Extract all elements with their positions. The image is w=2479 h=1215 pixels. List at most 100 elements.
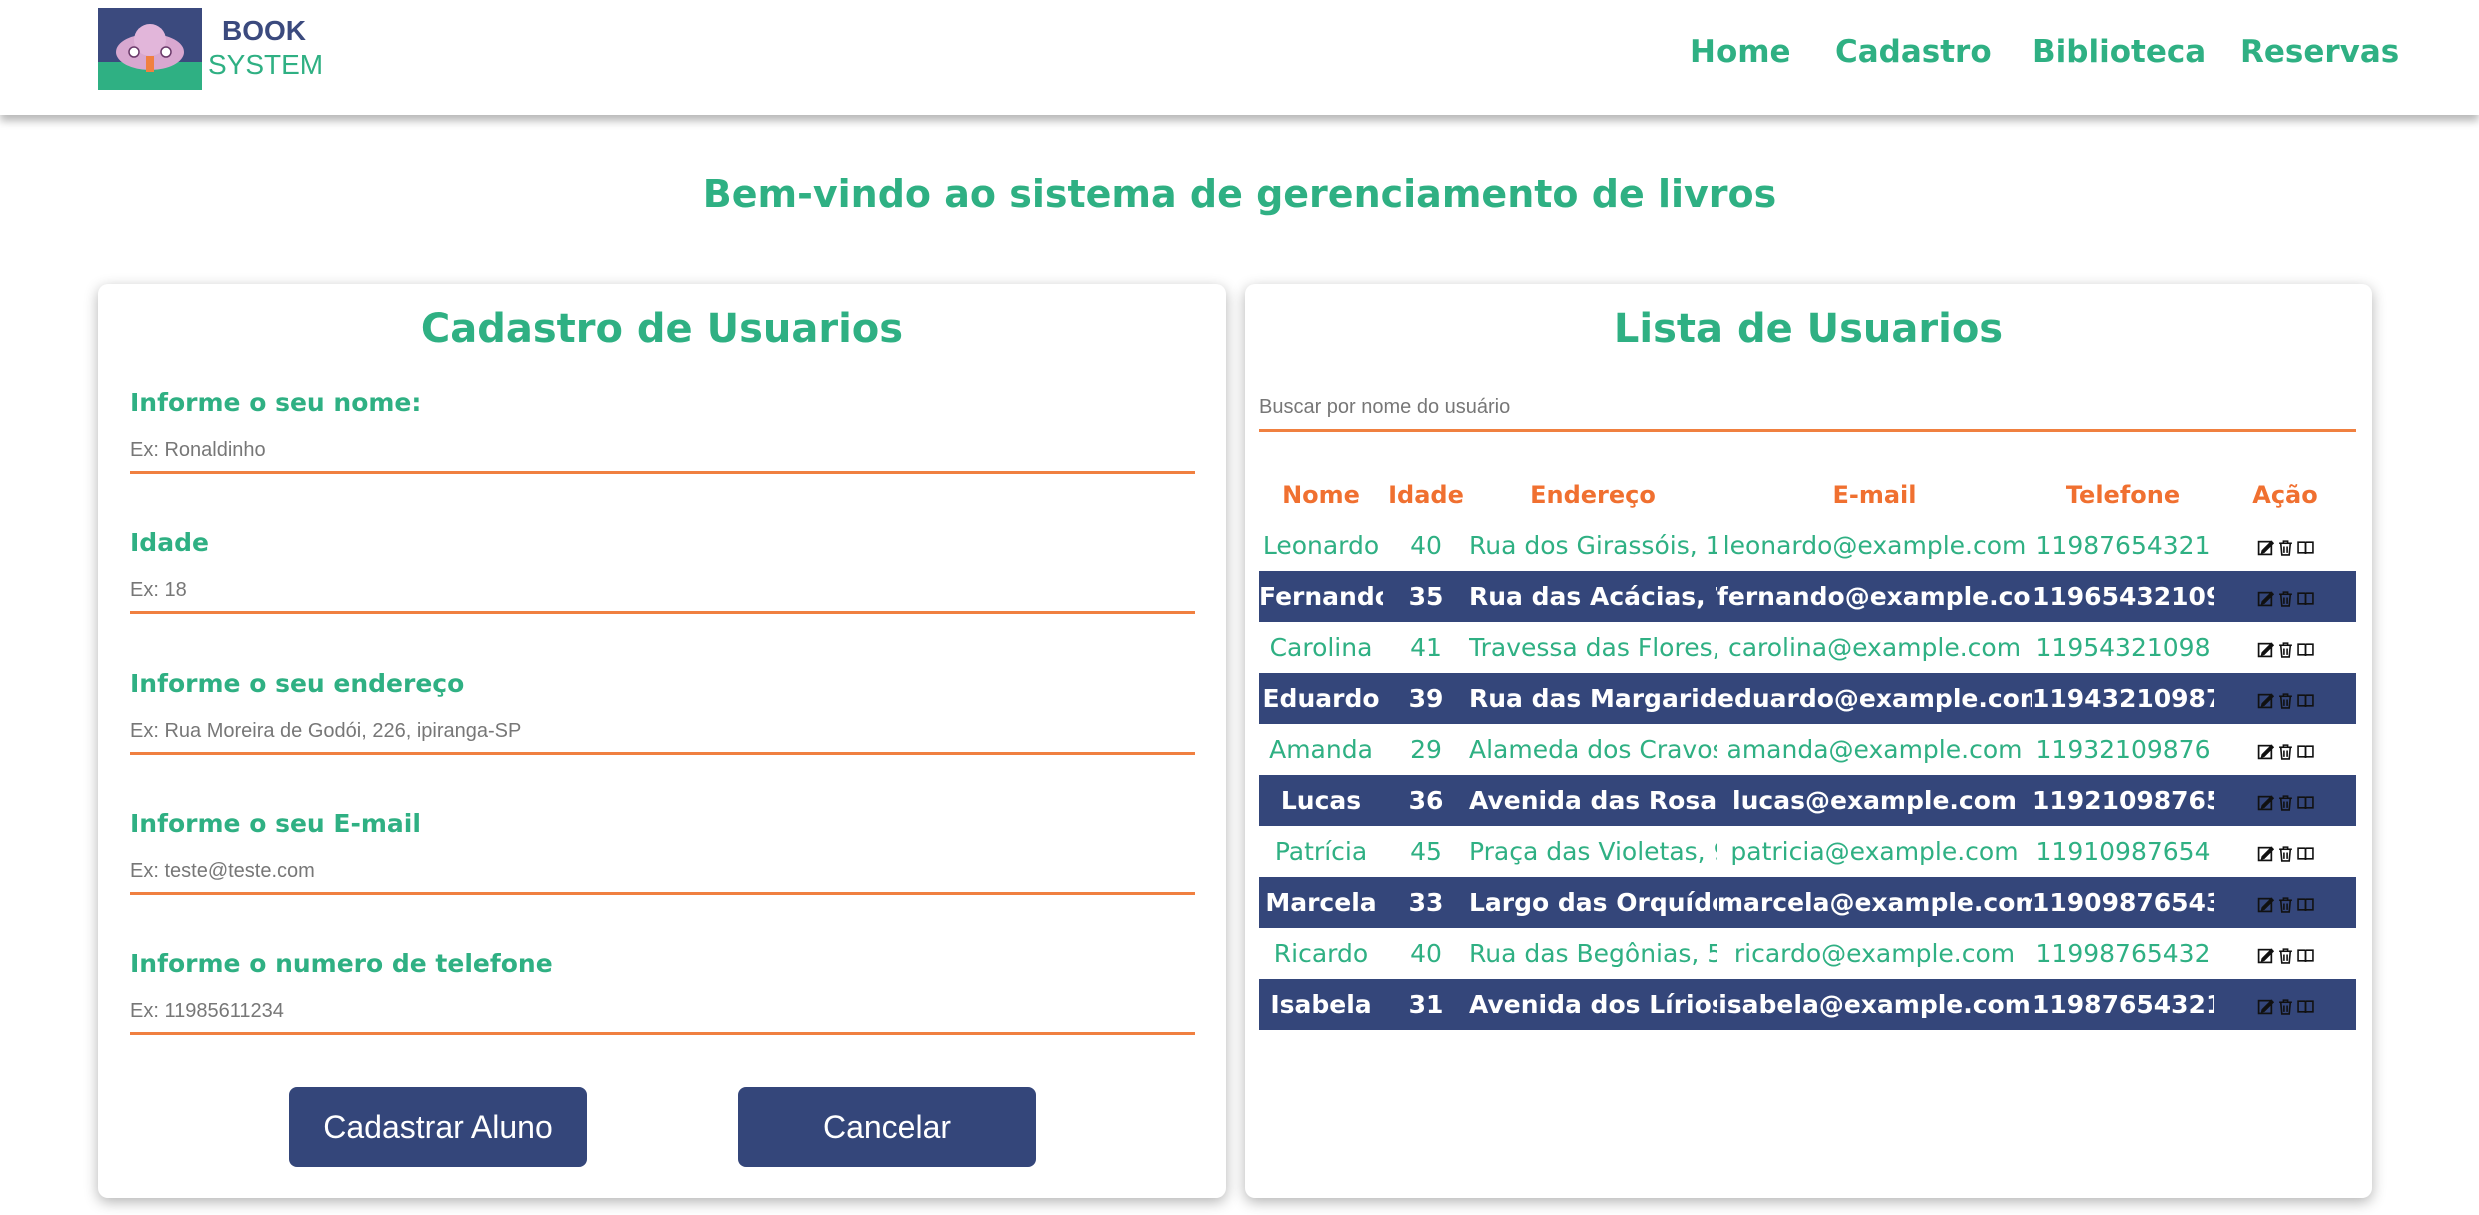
cell-actions [2214,622,2356,673]
cell-idade: 40 [1383,928,1469,979]
cell-email: fernando@example.com [1717,571,2032,622]
cell-telefone: 11965432109 [2032,571,2214,622]
email-field: Informe o seu E-mail [130,809,1195,895]
col-nome: Nome [1282,480,1360,509]
table-row: Leonardo40Rua dos Girassóis, 123leonardo… [1259,520,2356,571]
nav-home[interactable]: Home [1690,34,1791,70]
logo-image[interactable] [98,8,202,90]
table-row: Amanda29Alameda dos Cravos, 345amanda@ex… [1259,724,2356,775]
table-row: Marcela33Largo das Orquídeas, 234marcela… [1259,877,2356,928]
edit-icon[interactable] [2257,896,2274,913]
col-telefone: Telefone [2065,480,2181,509]
table-row: Isabela31Avenida dos Lírios, 890isabela@… [1259,979,2356,1030]
cell-nome: Fernando [1259,571,1383,622]
logo-line1: BOOK [222,15,306,46]
cell-nome: Ricardo [1259,928,1383,979]
edit-icon[interactable] [2257,998,2274,1015]
table-row: Fernando35Rua das Acácias, 789fernando@e… [1259,571,2356,622]
user-list-card: Lista de Usuarios Nome Idade Endereço E-… [1245,284,2372,1198]
search-input[interactable] [1259,386,2356,432]
book-icon[interactable] [2296,743,2314,760]
book-icon[interactable] [2296,998,2314,1015]
trash-icon[interactable] [2277,794,2294,811]
cell-telefone: 11987654321 [2032,520,2214,571]
cell-nome: Carolina [1259,622,1383,673]
col-endereco: Endereço [1530,480,1656,509]
logo-text: BOOK SYSTEM [208,14,348,82]
cell-actions [2214,826,2356,877]
book-icon[interactable] [2296,794,2314,811]
address-field: Informe o seu endereço [130,669,1195,755]
cell-actions [2214,673,2356,724]
cell-endereco: Rua das Acácias, 789 [1469,571,1717,622]
edit-icon[interactable] [2257,539,2274,556]
cell-endereco: Travessa das Flores, 567 [1469,622,1717,673]
table-row: Lucas36Avenida das Rosas, 678lucas@examp… [1259,775,2356,826]
table-row: Patrícia45Praça das Violetas, 901patrici… [1259,826,2356,877]
book-icon[interactable] [2296,947,2314,964]
edit-icon[interactable] [2257,692,2274,709]
cell-telefone: 11943210987 [2032,673,2214,724]
edit-icon[interactable] [2257,845,2274,862]
cell-idade: 36 [1383,775,1469,826]
cell-actions [2214,724,2356,775]
edit-icon[interactable] [2257,590,2274,607]
list-title: Lista de Usuarios [1613,306,2004,352]
cell-nome: Amanda [1259,724,1383,775]
book-icon[interactable] [2296,692,2314,709]
cell-endereco: Rua dos Girassóis, 123 [1469,520,1717,571]
cell-email: leonardo@example.com [1717,520,2032,571]
trash-icon[interactable] [2277,845,2294,862]
nav-biblioteca[interactable]: Biblioteca [2032,34,2206,70]
cell-idade: 31 [1383,979,1469,1030]
edit-icon[interactable] [2257,947,2274,964]
cell-endereco: Rua das Margaridas, 890 [1469,673,1717,724]
nav-cadastro[interactable]: Cadastro [1835,34,1992,70]
age-label: Idade [130,528,209,557]
trash-icon[interactable] [2277,743,2294,760]
book-icon[interactable] [2296,590,2314,607]
trash-icon[interactable] [2277,692,2294,709]
book-icon[interactable] [2296,896,2314,913]
cell-telefone: 11954321098 [2032,622,2214,673]
table-row: Eduardo39Rua das Margaridas, 890eduardo@… [1259,673,2356,724]
trash-icon[interactable] [2277,590,2294,607]
cell-email: amanda@example.com [1717,724,2032,775]
cell-nome: Isabela [1259,979,1383,1030]
logo-line2: SYSTEM [208,49,324,80]
edit-icon[interactable] [2257,794,2274,811]
welcome-heading: Bem-vindo ao sistema de gerenciamento de… [702,172,1777,216]
trash-icon[interactable] [2277,641,2294,658]
cell-nome: Marcela [1259,877,1383,928]
edit-icon[interactable] [2257,641,2274,658]
age-input[interactable] [130,570,1195,614]
nav-reservas[interactable]: Reservas [2240,34,2399,70]
cell-nome: Lucas [1259,775,1383,826]
cell-telefone: 11987654321 [2032,979,2214,1030]
cell-endereco: Avenida dos Lírios, 890 [1469,979,1717,1030]
cell-email: carolina@example.com [1717,622,2032,673]
cell-email: isabela@example.com [1717,979,2032,1030]
col-acao: Ação [2252,480,2318,509]
register-form-card: Cadastro de Usuarios Informe o seu nome:… [98,284,1226,1198]
book-icon[interactable] [2296,641,2314,658]
trash-icon[interactable] [2277,896,2294,913]
trash-icon[interactable] [2277,539,2294,556]
cell-actions [2214,520,2356,571]
name-label: Informe o seu nome: [130,388,422,417]
cancel-button[interactable]: Cancelar [738,1087,1036,1167]
submit-button[interactable]: Cadastrar Aluno [289,1087,587,1167]
trash-icon[interactable] [2277,998,2294,1015]
cell-idade: 29 [1383,724,1469,775]
email-input[interactable] [130,851,1195,895]
form-title: Cadastro de Usuarios [420,306,904,352]
table-row: Carolina41Travessa das Flores, 567caroli… [1259,622,2356,673]
edit-icon[interactable] [2257,743,2274,760]
trash-icon[interactable] [2277,947,2294,964]
address-input[interactable] [130,711,1195,755]
phone-input[interactable] [130,991,1195,1035]
name-input[interactable] [130,430,1195,474]
cell-telefone: 11998765432 [2032,928,2214,979]
book-icon[interactable] [2296,539,2314,556]
book-icon[interactable] [2296,845,2314,862]
